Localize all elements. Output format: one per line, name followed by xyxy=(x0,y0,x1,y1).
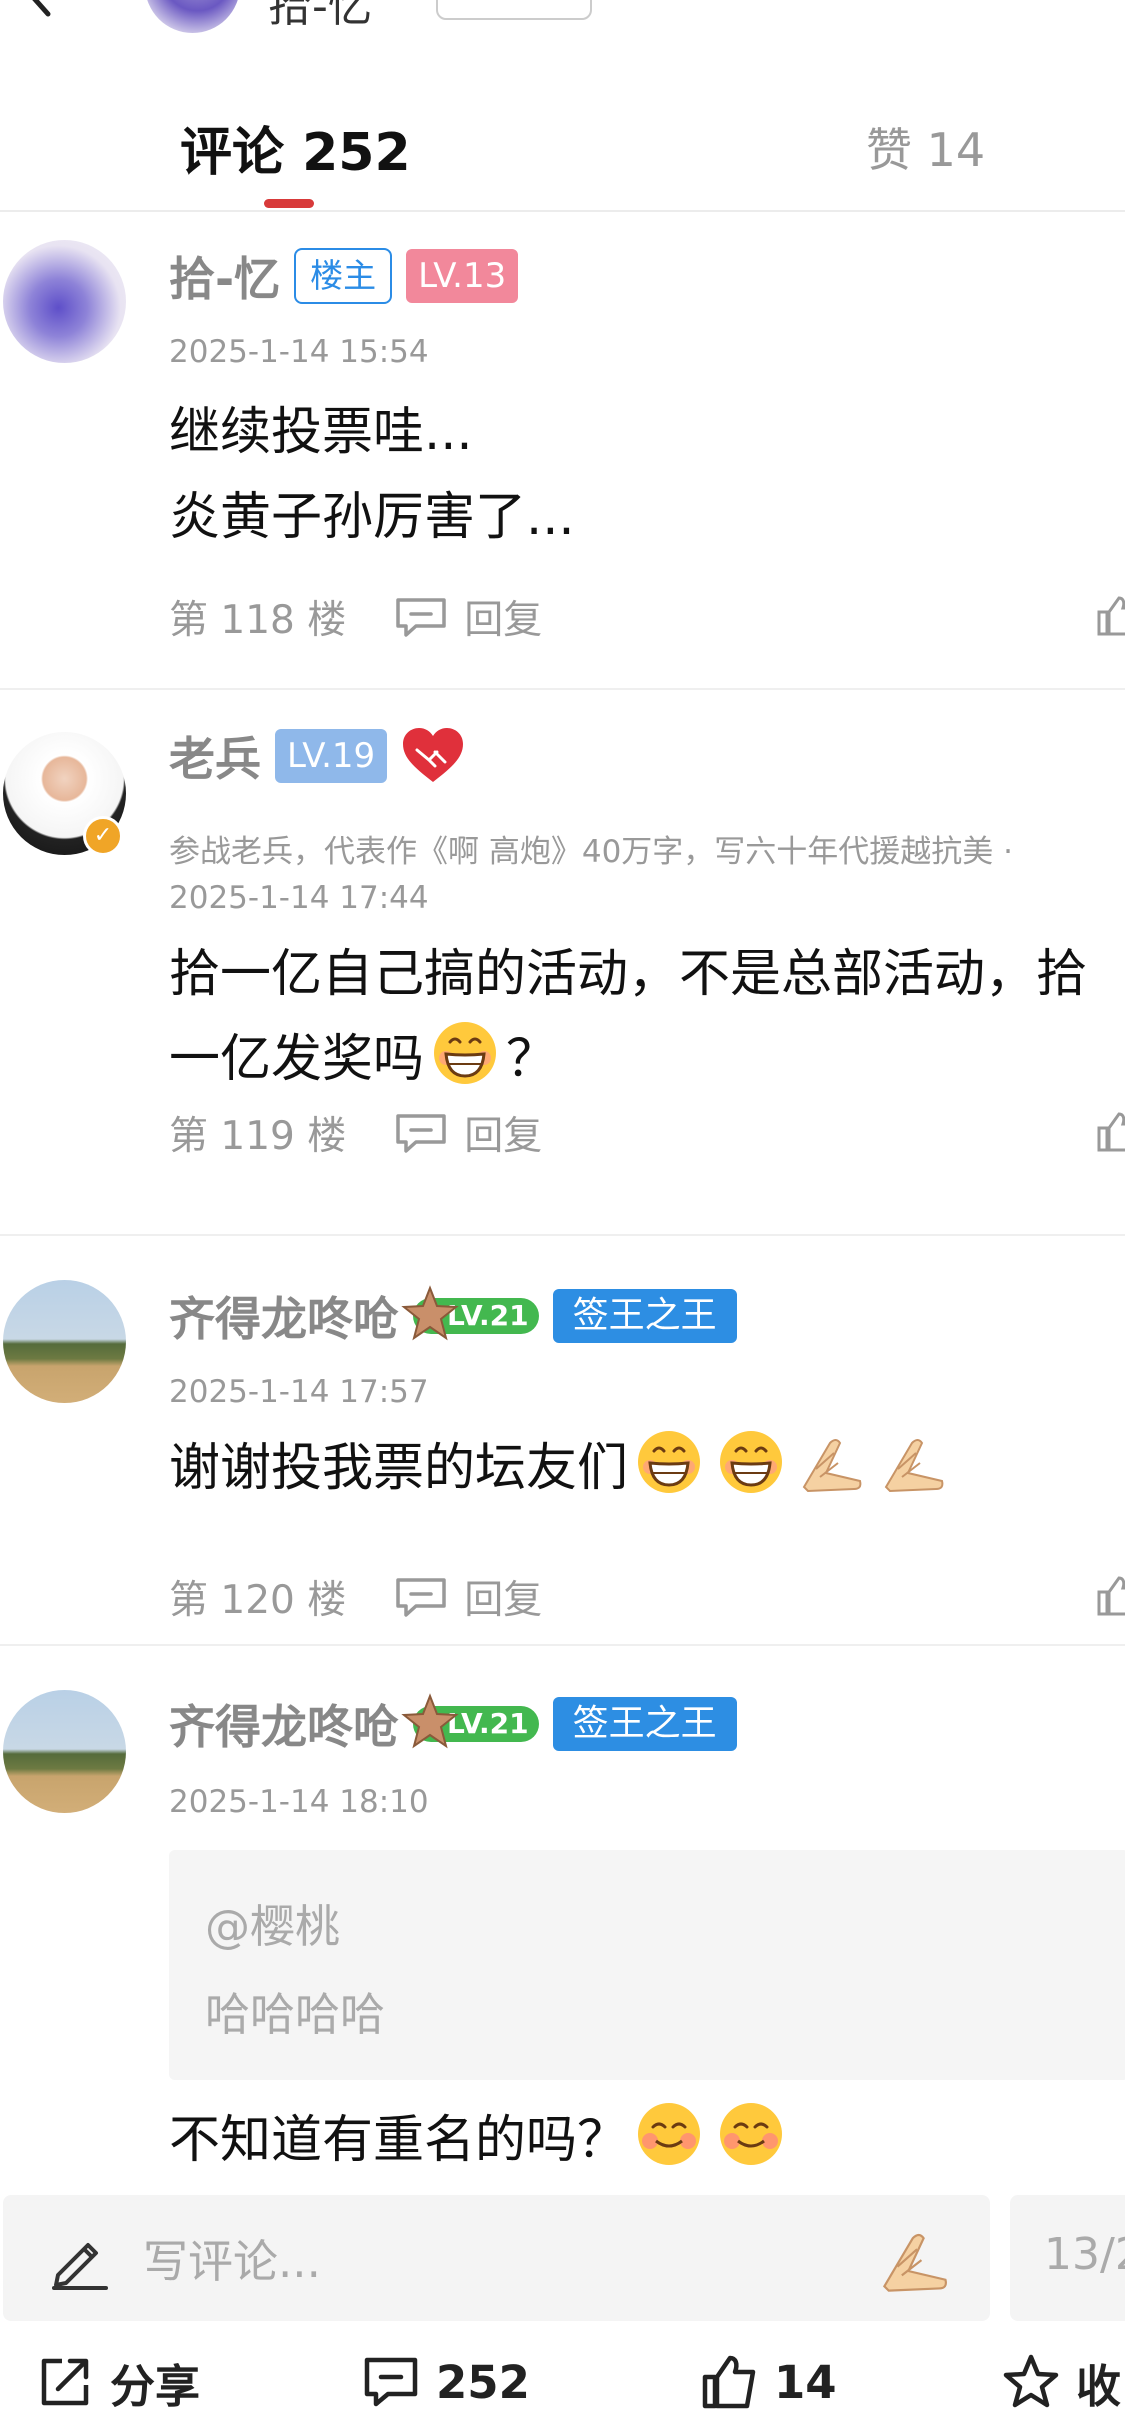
pray-hands-emoji-icon[interactable] xyxy=(880,2223,952,2295)
comment-header: 齐得龙咚呛 LV.21 签王之王 xyxy=(169,1283,737,1349)
share-button[interactable]: 分享 xyxy=(36,2352,201,2413)
quoted-reply[interactable]: @樱桃 哈哈哈哈 xyxy=(169,1850,1125,2080)
top-header: 拾-忆 xyxy=(0,0,1125,60)
comment-time: 2025-1-14 18:10 xyxy=(169,1784,429,1820)
comment-text: 谢谢投我票的坛友们 xyxy=(169,1426,956,1511)
username[interactable]: 齐得龙咚呛 xyxy=(169,1691,399,1757)
comment-text: 继续投票哇... 炎黄子孙厉害了... xyxy=(169,390,575,560)
title-badge: 签王之王 xyxy=(552,1289,737,1343)
comment-icon xyxy=(364,2357,418,2407)
author-avatar[interactable] xyxy=(145,0,240,33)
like-button[interactable]: 14 xyxy=(700,2352,837,2412)
favorite-button[interactable]: 收 xyxy=(1002,2352,1122,2413)
comment-item: ✓ 老兵 LV.19 参战老兵，代表作《啊 高炮》40万字，写六十年代援越抗美 … xyxy=(0,690,1125,1236)
tab-active-indicator xyxy=(264,199,314,208)
comment-line: 拾一亿自己搞的活动，不是总部活动，拾 xyxy=(169,945,1088,1004)
comment-header: 拾-忆 楼主 LV.13 xyxy=(169,243,519,309)
comment-time: 2025-1-14 17:57 xyxy=(169,1374,429,1410)
reply-icon[interactable] xyxy=(394,1112,448,1154)
level-badge: LV.21 xyxy=(401,1285,539,1341)
title-badge: 签王之王 xyxy=(552,1697,737,1751)
floor-number: 第 118 楼 xyxy=(169,598,347,643)
like-icon[interactable] xyxy=(1095,1110,1125,1154)
avatar[interactable] xyxy=(3,1690,126,1813)
comment-text: 拾一亿自己搞的活动，不是总部活动，拾 一亿发奖吗？ xyxy=(169,932,1087,1102)
comment-item: 齐得龙咚呛 LV.21 签王之王 2025-1-14 17:57 谢谢投我票的坛… xyxy=(0,1236,1125,1646)
comment-actions: 第 118 楼 回复 xyxy=(169,589,542,645)
comments-button[interactable]: 252 xyxy=(362,2352,530,2412)
floor-number: 第 119 楼 xyxy=(169,1114,347,1159)
input-placeholder: 写评论... xyxy=(143,2235,321,2288)
tab-likes[interactable]: 赞 14 xyxy=(866,114,985,180)
blush-emoji-icon xyxy=(638,2103,701,2165)
reply-button[interactable]: 回复 xyxy=(464,589,542,645)
floor-number: 第 120 楼 xyxy=(169,1578,347,1623)
comment-time: 2025-1-14 17:44 xyxy=(169,880,429,916)
level-badge: LV.13 xyxy=(406,249,519,303)
comment-text: 不知道有重名的吗？ xyxy=(169,2098,792,2183)
comment-header: 老兵 LV.19 xyxy=(169,726,465,786)
verified-icon: ✓ xyxy=(83,816,123,856)
comment-actions: 第 120 楼 回复 xyxy=(169,1569,542,1625)
level-badge: LV.19 xyxy=(275,729,388,783)
comment-time: 2025-1-14 15:54 xyxy=(169,334,429,370)
grin-emoji-icon xyxy=(720,1431,783,1493)
comment-line: 一亿发奖吗？ xyxy=(169,1017,1087,1102)
author-name: 拾-忆 xyxy=(268,0,372,32)
avatar[interactable] xyxy=(3,240,126,363)
star-icon xyxy=(401,1285,459,1341)
pray-hands-emoji-icon xyxy=(884,1439,944,1493)
username[interactable]: 齐得龙咚呛 xyxy=(169,1283,399,1349)
grin-emoji-icon xyxy=(434,1022,497,1084)
share-icon xyxy=(41,2358,89,2406)
username[interactable]: 老兵 xyxy=(169,723,261,789)
share-label: 分享 xyxy=(110,2359,201,2413)
heart-handshake-icon xyxy=(403,728,464,782)
user-bio: 参战老兵，代表作《啊 高炮》40万字，写六十年代援越抗美 · xyxy=(169,834,1014,870)
pencil-icon xyxy=(52,2243,108,2290)
star-icon xyxy=(401,1693,459,1749)
comment-item: 拾-忆 楼主 LV.13 2025-1-14 15:54 继续投票哇... 炎黄… xyxy=(0,214,1125,690)
like-icon[interactable] xyxy=(1095,594,1125,638)
quote-text: 哈哈哈哈 xyxy=(205,1988,386,2041)
tab-bar: 评论 252 赞 14 xyxy=(0,96,1125,212)
pray-hands-emoji-icon xyxy=(802,1439,862,1493)
star-outline-icon xyxy=(1003,2354,1059,2408)
avatar[interactable] xyxy=(3,1280,126,1403)
back-arrow-icon[interactable] xyxy=(18,0,62,18)
comment-header: 齐得龙咚呛 LV.21 签王之王 xyxy=(169,1691,737,1757)
tab-comments[interactable]: 评论 252 xyxy=(180,110,411,185)
comments-count: 252 xyxy=(436,2355,530,2409)
comment-actions: 第 119 楼 回复 xyxy=(169,1105,542,1161)
follow-button[interactable] xyxy=(436,0,592,20)
comment-input-bar: 写评论... 13/2 xyxy=(0,2178,1125,2328)
comment-line: 炎黄子孙厉害了... xyxy=(169,488,575,547)
grin-emoji-icon xyxy=(638,1431,701,1493)
blush-emoji-icon xyxy=(720,2103,783,2165)
reply-button[interactable]: 回复 xyxy=(464,1105,542,1161)
reply-button[interactable]: 回复 xyxy=(464,1569,542,1625)
reply-icon[interactable] xyxy=(394,1576,448,1618)
username[interactable]: 拾-忆 xyxy=(169,243,280,309)
comment-line: 继续投票哇... xyxy=(169,403,473,462)
level-badge: LV.21 xyxy=(401,1693,539,1749)
like-icon[interactable] xyxy=(1095,1574,1125,1618)
quote-mention[interactable]: @樱桃 xyxy=(205,1890,340,1955)
likes-count: 14 xyxy=(774,2355,837,2409)
page-indicator-text: 13/2 xyxy=(1044,2229,1125,2280)
bottom-toolbar: 分享 252 14 收 xyxy=(0,2330,1125,2436)
owner-badge: 楼主 xyxy=(294,248,393,304)
reply-icon[interactable] xyxy=(394,596,448,638)
favorite-label: 收 xyxy=(1076,2359,1122,2413)
thumbs-up-icon xyxy=(702,2355,756,2409)
comment-input[interactable]: 写评论... xyxy=(3,2195,990,2321)
page-jump-button[interactable]: 13/2 xyxy=(1010,2195,1125,2321)
